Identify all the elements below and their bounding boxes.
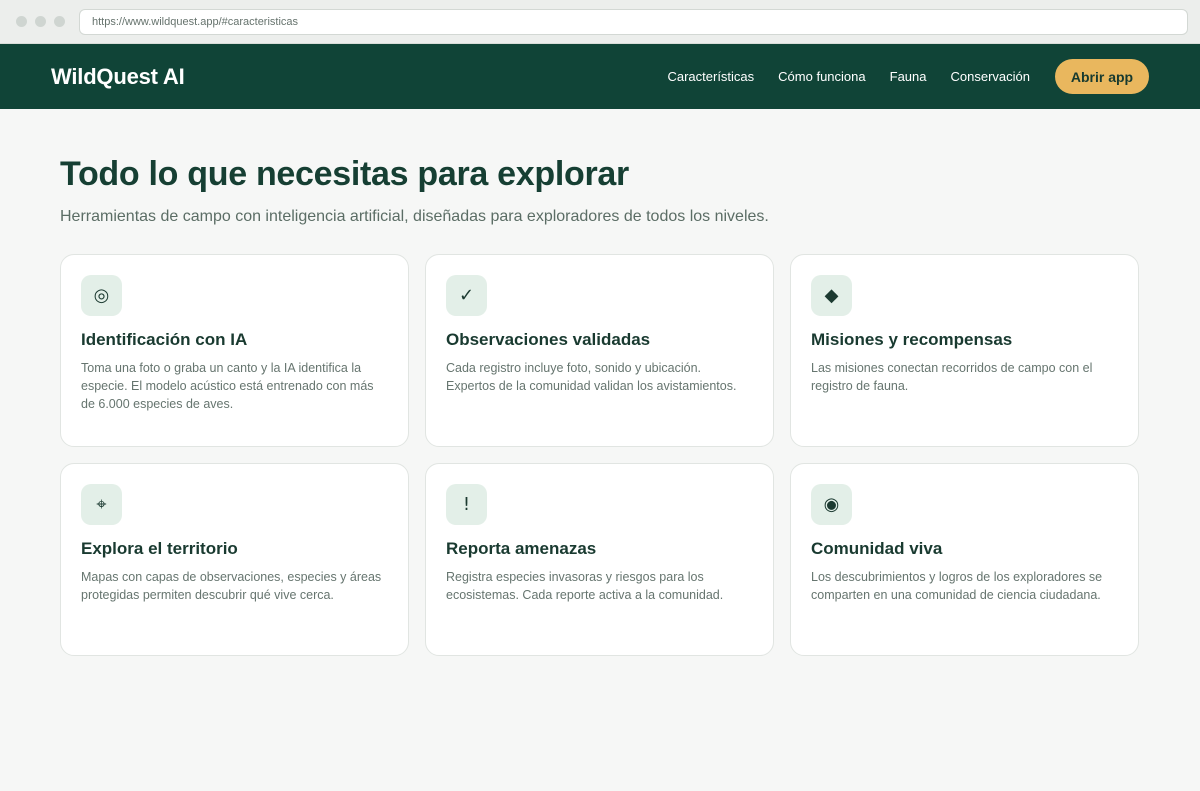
feature-description: Registra especies invasoras y riesgos pa…: [446, 570, 724, 602]
maximize-window-dot[interactable]: [54, 16, 65, 27]
features-section: Todo lo que necesitas para explorar Herr…: [0, 109, 1200, 656]
brand-logo[interactable]: WildQuest AI: [51, 64, 185, 90]
feature-card-identificacion: ◎ Identificación con IA Toma una foto o …: [60, 254, 409, 447]
main-nav: Características Cómo funciona Fauna Cons…: [667, 59, 1149, 94]
browser-toolbar: https://www.wildquest.app/#caracteristic…: [0, 0, 1200, 44]
feature-title: Explora el territorio: [81, 539, 238, 558]
nav-link-caracteristicas[interactable]: Características: [667, 69, 754, 84]
feature-card-misiones: ◆ Misiones y recompensas Las misiones co…: [790, 254, 1139, 447]
features-grid: ◎ Identificación con IA Toma una foto o …: [60, 254, 1140, 656]
close-window-dot[interactable]: [16, 16, 27, 27]
window-controls: [16, 16, 65, 27]
community-icon: ◉: [811, 484, 852, 525]
feature-card-amenazas: ! Reporta amenazas Registra especies inv…: [425, 463, 774, 656]
feature-title: Identificación con IA: [81, 330, 248, 349]
nav-link-conservacion[interactable]: Conservación: [951, 69, 1031, 84]
feature-description: Los descubrimientos y logros de los expl…: [811, 570, 1103, 602]
nav-link-como-funciona[interactable]: Cómo funciona: [778, 69, 865, 84]
page-subtitle: Herramientas de campo con inteligencia a…: [60, 208, 769, 225]
feature-description: Cada registro incluye foto, sonido y ubi…: [446, 361, 737, 393]
alert-icon: !: [446, 484, 487, 525]
location-icon: ⌖: [81, 484, 122, 525]
check-icon: ✓: [446, 275, 487, 316]
feature-description: Las misiones conectan recorridos de camp…: [811, 361, 1093, 393]
feature-description: Mapas con capas de observaciones, especi…: [81, 570, 382, 602]
feature-card-observaciones: ✓ Observaciones validadas Cada registro …: [425, 254, 774, 447]
feature-card-comunidad: ◉ Comunidad viva Los descubrimientos y l…: [790, 463, 1139, 656]
feature-card-territorio: ⌖ Explora el territorio Mapas con capas …: [60, 463, 409, 656]
target-icon: ◎: [81, 275, 122, 316]
minimize-window-dot[interactable]: [35, 16, 46, 27]
feature-title: Misiones y recompensas: [811, 330, 1013, 349]
diamond-icon: ◆: [811, 275, 852, 316]
feature-title: Observaciones validadas: [446, 330, 651, 349]
site-header: WildQuest AI Características Cómo funcio…: [0, 44, 1200, 109]
nav-link-fauna[interactable]: Fauna: [890, 69, 927, 84]
open-app-button[interactable]: Abrir app: [1055, 59, 1149, 94]
feature-description: Toma una foto o graba un canto y la IA i…: [81, 361, 374, 411]
page-title: Todo lo que necesitas para explorar: [60, 155, 629, 193]
feature-title: Comunidad viva: [811, 539, 943, 558]
address-bar[interactable]: https://www.wildquest.app/#caracteristic…: [79, 8, 1188, 35]
address-bar-url: https://www.wildquest.app/#caracteristic…: [92, 15, 299, 28]
feature-title: Reporta amenazas: [446, 539, 597, 558]
